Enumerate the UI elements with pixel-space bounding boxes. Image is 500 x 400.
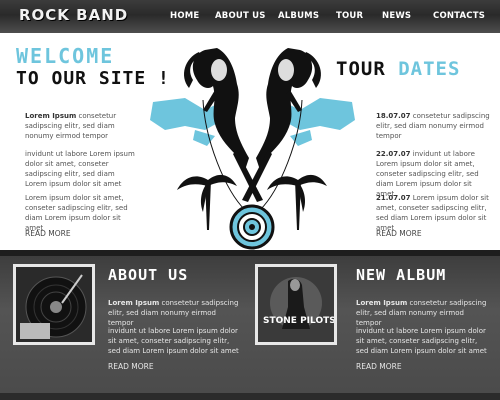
main-nav: HOME ABOUT US ALBUMS TOUR NEWS CONTACTS — [0, 11, 500, 25]
tour-date: 21.07.07 — [376, 194, 411, 202]
tour-read-more-link[interactable]: READ MORE — [376, 229, 422, 238]
album-bold: Lorem Ipsum — [356, 299, 408, 307]
album-cover-title: STONE PILOTS — [263, 316, 334, 326]
tour-date: 22.07.07 — [376, 150, 411, 158]
about-us-heading: ABOUT US — [108, 266, 189, 284]
band-artwork-illustration — [150, 48, 355, 250]
album-read-more-link[interactable]: READ MORE — [356, 362, 402, 371]
intro-paragraph-2: invidunt ut labore Lorem ipsum dolor sit… — [25, 150, 135, 188]
site-footer — [0, 393, 500, 400]
site-header: ROCK BAND HOME ABOUT US ALBUMS TOUR NEWS… — [0, 0, 500, 33]
about-paragraph-2: invidunt ut labore Lorem ipsum dolor sit… — [108, 327, 239, 355]
intro-paragraph-1: Lorem Ipsum consetetur sadipscing elitr,… — [25, 111, 137, 141]
section-divider — [0, 250, 500, 256]
turntable-image — [16, 267, 92, 342]
turntable-photo — [13, 264, 95, 345]
dates-heading-word: DATES — [398, 58, 461, 80]
nav-contacts[interactable]: CONTACTS — [433, 11, 485, 21]
nav-home[interactable]: HOME — [170, 11, 199, 21]
tour-date-item: 22.07.07 invidunt ut labore Lorem ipsum … — [376, 149, 492, 199]
welcome-heading: WELCOME — [16, 44, 115, 68]
about-read-more-link[interactable]: READ MORE — [108, 362, 154, 371]
intro-read-more-link[interactable]: READ MORE — [25, 229, 71, 238]
tour-date: 18.07.07 — [376, 112, 411, 120]
album-cover-photo[interactable]: STONE PILOTS — [255, 264, 337, 345]
tour-date-item: 18.07.07 consetetur sadipscing elitr, se… — [376, 111, 492, 141]
new-album-heading: NEW ALBUM — [356, 266, 447, 284]
intro-paragraph-3: Lorem ipsum dolor sit amet, conseter sad… — [25, 194, 128, 232]
nav-news[interactable]: NEWS — [382, 11, 411, 21]
nav-about-us[interactable]: ABOUT US — [215, 11, 266, 21]
nav-tour[interactable]: TOUR — [336, 11, 363, 21]
tour-date-item: 21.07.07 Lorem ipsum dolor sit amet, con… — [376, 193, 492, 233]
intro-bold: Lorem Ipsum — [25, 112, 77, 120]
about-paragraph-1: Lorem Ipsum consetetur sadipscing elitr,… — [108, 298, 240, 328]
album-paragraph-2: invidunt ut labore Lorem ipsum dolor sit… — [356, 327, 487, 355]
album-paragraph-1: Lorem Ipsum consetetur sadipscing elitr,… — [356, 298, 491, 328]
nav-albums[interactable]: ALBUMS — [278, 11, 319, 21]
album-cover-image: STONE PILOTS — [258, 267, 336, 342]
about-bold: Lorem Ipsum — [108, 299, 160, 307]
